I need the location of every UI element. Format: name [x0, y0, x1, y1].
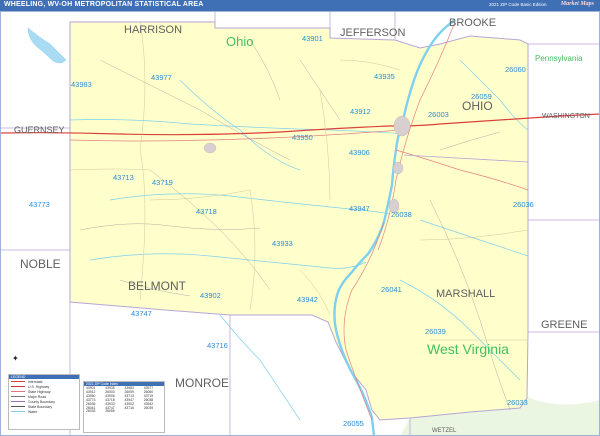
- state-label: Pennsylvania: [535, 54, 583, 63]
- zip-label: 43933: [272, 239, 293, 248]
- map-canvas[interactable]: HARRISON JEFFERSON BROOKE GUERNSEY WASHI…: [0, 11, 600, 436]
- map-legend: LEGEND Interstate U.S. Highway State Hig…: [8, 374, 80, 430]
- zip-label: 43950: [292, 133, 313, 142]
- zip-label: 43977: [151, 73, 172, 82]
- county-label: GREENE: [541, 319, 587, 331]
- index-entry: 26055: [105, 409, 115, 414]
- zip-label: 26041: [381, 285, 402, 294]
- index-entry: 26039: [143, 405, 154, 410]
- zip-label: 26055: [343, 419, 364, 428]
- legend-swatch: [11, 386, 25, 387]
- county-label: HARRISON: [124, 24, 182, 36]
- zip-label: 26039: [425, 327, 446, 336]
- legend-swatch: [11, 381, 25, 382]
- county-label: MARSHALL: [436, 288, 495, 300]
- legend-swatch: [11, 391, 25, 392]
- zip-label: 43935: [374, 72, 395, 81]
- city-wheeling: [393, 115, 411, 137]
- zip-label: 43713: [113, 173, 134, 182]
- zip-label: 43901: [302, 34, 323, 43]
- zip-label: 43947: [349, 204, 370, 213]
- county-label: BROOKE: [449, 17, 496, 29]
- county-label: NOBLE: [20, 257, 61, 271]
- zip-index-panel: 2021 ZIP Code Index 43901 43935 43983 43…: [83, 381, 165, 433]
- zip-label: 26059: [471, 92, 492, 101]
- zip-label: 43718: [196, 207, 217, 216]
- legend-item: Water: [9, 409, 79, 414]
- legend-swatch: [11, 401, 25, 402]
- state-label: OHIO: [462, 99, 493, 113]
- zip-label: 43719: [152, 178, 173, 187]
- county-label: BELMONT: [128, 279, 187, 293]
- zip-label: 43906: [349, 148, 370, 157]
- zip-label: 26060: [505, 65, 526, 74]
- legend-swatch: [11, 396, 25, 397]
- city-st-clairsville: [203, 142, 217, 154]
- county-label: WETZEL: [432, 428, 457, 434]
- state-label: West Virginia: [427, 341, 509, 357]
- zip-label: 43983: [71, 80, 92, 89]
- zip-label: 43942: [297, 295, 318, 304]
- zip-label: 43747: [131, 309, 152, 318]
- zip-label: 43902: [200, 291, 221, 300]
- index-grid: 43901 43935 43983 43977 43912 26003 2605…: [84, 386, 164, 415]
- title-bar: WHEELING, WV-OH METROPOLITAN STATISTICAL…: [0, 0, 600, 11]
- zip-label: 26003: [428, 110, 449, 119]
- index-entry: 43716: [124, 405, 134, 410]
- county-label: MONROE: [175, 376, 229, 390]
- state-label: Ohio: [226, 34, 253, 49]
- publisher-logo: Market Maps: [560, 1, 594, 7]
- county-label: WASHINGTON: [542, 113, 590, 120]
- north-arrow-icon: ✦: [12, 354, 19, 363]
- zip-label: 43773: [29, 200, 50, 209]
- city-bellaire: [392, 161, 404, 175]
- zip-label: 26036: [513, 200, 534, 209]
- edition-label: 2021 ZIP Code Basic Edition: [489, 2, 547, 7]
- legend-swatch: [11, 411, 25, 412]
- zip-label: 43716: [207, 341, 228, 350]
- zip-label: 43912: [350, 107, 371, 116]
- legend-swatch: [11, 406, 25, 407]
- county-label: GUERNSEY: [14, 125, 65, 135]
- index-entry: 26033: [86, 409, 96, 414]
- county-label: JEFFERSON: [340, 27, 405, 39]
- zip-label: 26038: [391, 210, 412, 219]
- map-title: WHEELING, WV-OH METROPOLITAN STATISTICAL…: [4, 1, 204, 8]
- zip-label: 26033: [507, 398, 528, 407]
